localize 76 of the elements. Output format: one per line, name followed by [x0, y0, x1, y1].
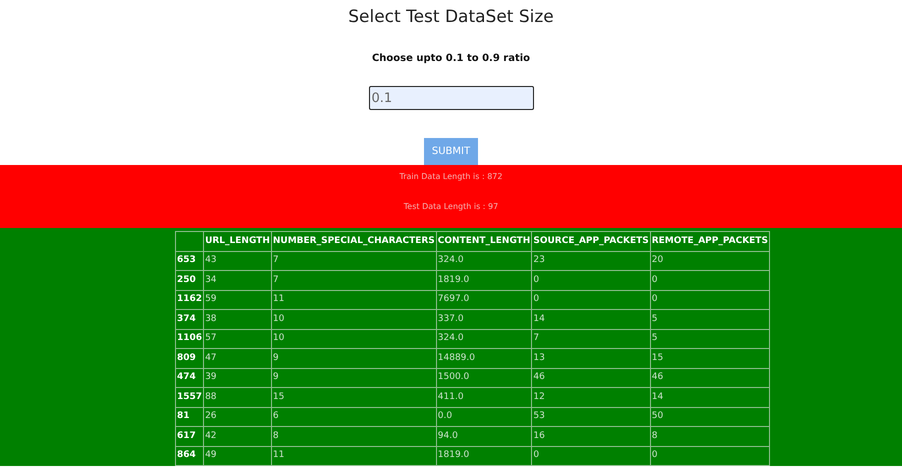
table-cell: 46: [650, 368, 770, 388]
table-cell: 39: [204, 368, 272, 388]
table-cell: 59: [204, 290, 272, 310]
column-header: SOURCE_APP_PACKETS: [532, 232, 650, 252]
row-index: 617: [176, 426, 204, 446]
row-index: 250: [176, 270, 204, 290]
table-cell: 14889.0: [436, 348, 532, 368]
table-cell: 0: [650, 290, 770, 310]
table-cell: 14: [532, 310, 650, 330]
table-cell: 5: [650, 329, 770, 349]
table-cell: 94.0: [436, 426, 532, 446]
table-cell: 43: [204, 251, 272, 271]
table-cell: 20: [650, 251, 770, 271]
table-cell: 53: [532, 407, 650, 427]
row-index: 474: [176, 368, 204, 388]
table-cell: 324.0: [436, 251, 532, 271]
table-cell: 50: [650, 407, 770, 427]
row-index: 864: [176, 446, 204, 466]
table-cell: 0: [532, 270, 650, 290]
table-cell: 7: [532, 329, 650, 349]
table-cell: 46: [532, 368, 650, 388]
table-cell: 16: [532, 426, 650, 446]
table-cell: 10: [271, 329, 436, 349]
table-cell: 47: [204, 348, 272, 368]
table-cell: 57: [204, 329, 272, 349]
table-cell: 38: [204, 310, 272, 330]
table-cell: 49: [204, 446, 272, 466]
table-cell: 15: [650, 348, 770, 368]
row-index: 809: [176, 348, 204, 368]
result-text: Train Data Length is : 872: [398, 171, 504, 184]
table-cell: 0: [532, 290, 650, 310]
table-cell: 6: [271, 407, 436, 427]
table-cell: 0: [650, 446, 770, 466]
table-cell: 7: [271, 270, 436, 290]
row-index: 653: [176, 251, 204, 271]
row-index: 1557: [176, 388, 204, 408]
table-cell: 9: [271, 368, 436, 388]
table-cell: 1819.0: [436, 270, 532, 290]
ratio-instruction: Choose upto 0.1 to 0.9 ratio: [370, 52, 532, 66]
column-header: URL_LENGTH: [204, 232, 272, 252]
table-cell: 13: [532, 348, 650, 368]
table-cell: 23: [532, 251, 650, 271]
column-header: NUMBER_SPECIAL_CHARACTERS: [271, 232, 436, 252]
table-cell: 88: [204, 388, 272, 408]
table-cell: 10: [271, 310, 436, 330]
table-cell: 324.0: [436, 329, 532, 349]
table-cell: 0: [650, 270, 770, 290]
column-header: REMOTE_APP_PACKETS: [650, 232, 770, 252]
table-cell: 7697.0: [436, 290, 532, 310]
table-cell: 337.0: [436, 310, 532, 330]
table-cell: 12: [532, 388, 650, 408]
table-cell: 0.0: [436, 407, 532, 427]
table-cell: 14: [650, 388, 770, 408]
row-index: 1162: [176, 290, 204, 310]
table-cell: 26: [204, 407, 272, 427]
table-cell: 8: [650, 426, 770, 446]
table-cell: 0: [532, 446, 650, 466]
table-cell: 7: [271, 251, 436, 271]
table-cell: 42: [204, 426, 272, 446]
row-index: 374: [176, 310, 204, 330]
ratio-input-field[interactable]: 0.1: [368, 86, 534, 110]
table-cell: 9: [271, 348, 436, 368]
column-header: CONTENT_LENGTH: [436, 232, 532, 252]
row-index: 81: [176, 407, 204, 427]
table-cell: 1500.0: [436, 368, 532, 388]
table-cell: 11: [271, 290, 436, 310]
table-cell: 5: [650, 310, 770, 330]
row-index: 1106: [176, 329, 204, 349]
result-text: Test Data Length is : 97: [402, 201, 500, 214]
table-cell: 34: [204, 270, 272, 290]
table-cell: 8: [271, 426, 436, 446]
table-cell: 15: [271, 388, 436, 408]
table-cell: 411.0: [436, 388, 532, 408]
table-cell: 1819.0: [436, 446, 532, 466]
table-cell: 11: [271, 446, 436, 466]
page-title: Select Test DataSet Size: [347, 6, 555, 28]
